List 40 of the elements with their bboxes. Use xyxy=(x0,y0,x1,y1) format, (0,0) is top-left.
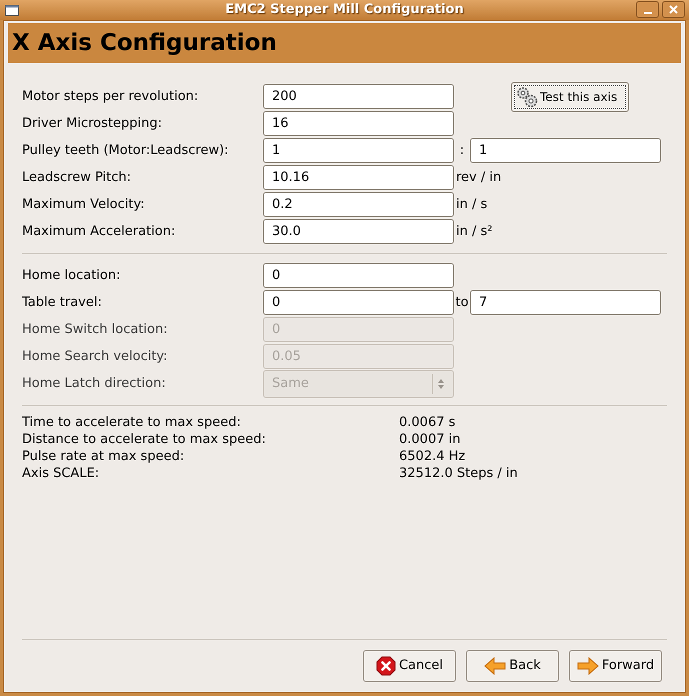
unit-label: rev / in xyxy=(456,168,502,187)
result-label: Axis SCALE: xyxy=(22,465,100,482)
field-label: Home Latch direction: xyxy=(22,374,167,393)
unit-label: in / s² xyxy=(456,222,492,241)
field-label: Pulley teeth (Motor:Leadscrew): xyxy=(22,142,230,160)
input-field[interactable]: 16 xyxy=(263,111,454,136)
result-label: Time to accelerate to max speed: xyxy=(22,414,242,431)
dialog-button[interactable]: Forward xyxy=(569,650,662,682)
input-field[interactable]: 7 xyxy=(470,290,661,315)
result-value: 0.0007 in xyxy=(399,431,462,448)
input-field[interactable]: 10.16 xyxy=(263,165,454,190)
field-label: Driver Microstepping: xyxy=(22,114,163,133)
field-label: Home Search velocity: xyxy=(22,348,169,366)
field-label: Maximum Velocity: xyxy=(22,196,146,214)
input-field[interactable]: 1 xyxy=(470,138,661,163)
input-field[interactable]: 0 xyxy=(263,263,454,288)
window-title: EMC2 Stepper Mill Configuration xyxy=(225,1,464,20)
separator-label: : xyxy=(458,142,466,160)
input-field[interactable]: 1 xyxy=(263,138,454,163)
input-field[interactable]: 0.2 xyxy=(263,192,454,217)
result-value: 0.0067 s xyxy=(399,414,456,431)
field-label: Leadscrew Pitch: xyxy=(22,168,132,187)
separator-label: to xyxy=(454,294,470,312)
field-label: Table travel: xyxy=(22,294,103,312)
input-field[interactable]: 0 xyxy=(263,290,454,315)
test-axis-button[interactable]: Test this axis xyxy=(511,82,629,112)
field-label: Home location: xyxy=(22,266,122,285)
input-field[interactable]: 30.0 xyxy=(263,219,454,244)
page-heading: X Axis Configuration xyxy=(12,28,277,58)
input-field[interactable]: 200 xyxy=(263,84,454,109)
result-label: Distance to accelerate to max speed: xyxy=(22,431,267,448)
result-value: 6502.4 Hz xyxy=(399,448,466,465)
field-label: Maximum Acceleration: xyxy=(22,222,176,241)
dialog-button[interactable]: Back xyxy=(466,650,559,682)
dialog-button[interactable]: Cancel xyxy=(363,650,456,682)
unit-label: in / s xyxy=(456,196,488,214)
result-value: 32512.0 Steps / in xyxy=(399,465,519,482)
result-label: Pulse rate at max speed: xyxy=(22,448,186,465)
field-label: Motor steps per revolution: xyxy=(22,88,200,106)
field-label: Home Switch location: xyxy=(22,320,169,339)
